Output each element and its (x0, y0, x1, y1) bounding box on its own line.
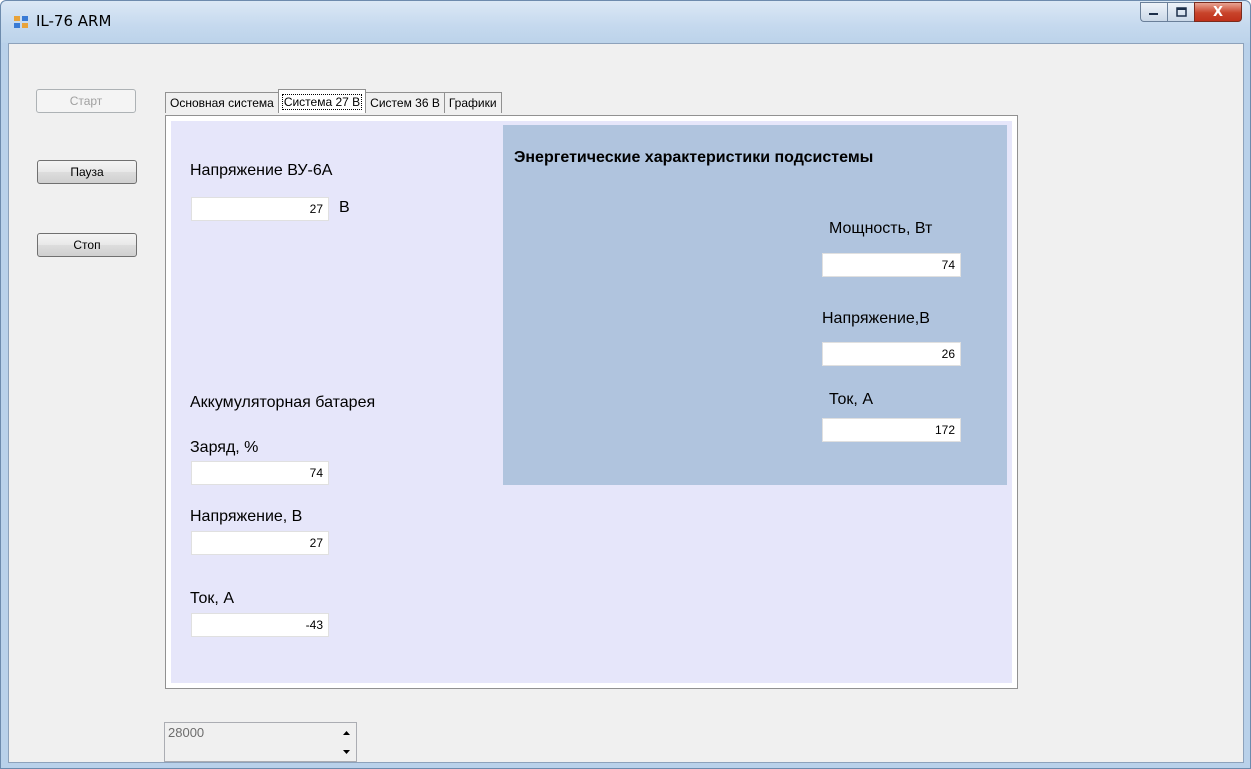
battery-voltage-field[interactable]: 27 (191, 531, 329, 555)
subsystem-voltage-label: Напряжение,В (822, 310, 930, 327)
title-bar[interactable]: IL-76 ARM X (1, 1, 1250, 43)
start-button[interactable]: Старт (36, 89, 136, 113)
stop-button[interactable]: Стоп (37, 233, 137, 257)
power-field[interactable]: 74 (822, 253, 961, 277)
tab-system-36v[interactable]: Систем 36 В (365, 92, 445, 113)
app-icon (14, 16, 28, 28)
tab-strip: Основная система Система 27 В Систем 36 … (165, 89, 502, 113)
spin-up-button[interactable] (336, 723, 356, 742)
minimize-icon (1149, 13, 1158, 15)
battery-charge-field[interactable]: 74 (191, 461, 329, 485)
energy-panel: Энергетические характеристики подсистемы… (503, 125, 1007, 485)
power-label: Мощность, Вт (829, 220, 933, 237)
subsystem-current-label: Ток, А (829, 391, 873, 408)
battery-title: Аккумуляторная батарея (190, 394, 376, 411)
energy-panel-title: Энергетические характеристики подсистемы (514, 149, 874, 166)
spin-buttons (336, 723, 356, 761)
window-title: IL-76 ARM (36, 12, 112, 30)
vu6a-voltage-unit: В (339, 199, 350, 216)
client-area: Старт Пауза Стоп Основная система Систем… (8, 43, 1244, 763)
close-button[interactable]: X (1194, 2, 1242, 22)
tab-label: Графики (448, 96, 497, 110)
maximize-icon (1175, 7, 1187, 17)
battery-current-field[interactable]: -43 (191, 613, 329, 637)
subsystem-voltage-field[interactable]: 26 (822, 342, 961, 366)
arrow-down-icon (342, 749, 350, 754)
subsystem-current-field[interactable]: 172 (822, 418, 961, 442)
tab-label: Основная система (170, 96, 274, 110)
tab-page-system-27v: Напряжение ВУ-6А 27 В Аккумуляторная бат… (171, 121, 1012, 683)
vu6a-voltage-label: Напряжение ВУ-6А (190, 162, 333, 179)
numeric-value: 28000 (168, 725, 205, 740)
maximize-button[interactable] (1167, 2, 1194, 22)
tab-page-frame: Напряжение ВУ-6А 27 В Аккумуляторная бат… (165, 115, 1018, 689)
vu6a-voltage-field[interactable]: 27 (191, 197, 329, 221)
numeric-updown[interactable]: 28000 (164, 722, 357, 762)
tab-charts[interactable]: Графики (443, 92, 502, 113)
arrow-up-icon (342, 730, 350, 735)
pause-button[interactable]: Пауза (37, 160, 137, 184)
tab-label: Систем 36 В (370, 96, 440, 110)
battery-voltage-label: Напряжение, В (190, 508, 303, 525)
tab-system-27v[interactable]: Система 27 В (277, 89, 367, 113)
tab-main-system[interactable]: Основная система (165, 92, 279, 113)
battery-current-label: Ток, А (190, 590, 234, 607)
close-icon: X (1212, 4, 1224, 20)
minimize-button[interactable] (1140, 2, 1167, 22)
app-window: IL-76 ARM X Старт Пауза Стоп Основная си… (0, 0, 1251, 769)
battery-charge-label: Заряд, % (190, 439, 259, 456)
tab-label: Система 27 В (281, 93, 363, 110)
spin-down-button[interactable] (336, 742, 356, 761)
